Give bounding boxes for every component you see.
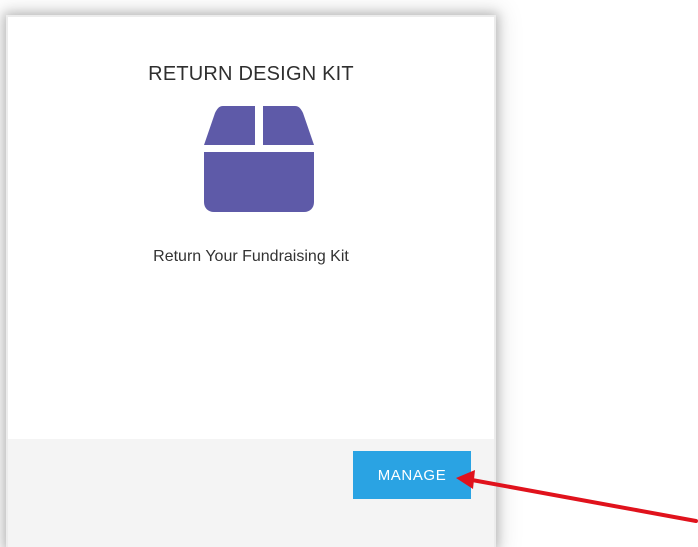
manage-button[interactable]: MANAGE	[353, 451, 471, 499]
card-subtitle: Return Your Fundraising Kit	[153, 248, 349, 265]
box-icon	[204, 106, 314, 212]
screenshot-stage: RETURN DESIGN KIT Return Your Fundraisin…	[0, 0, 698, 547]
card-title: RETURN DESIGN KIT	[148, 63, 354, 85]
